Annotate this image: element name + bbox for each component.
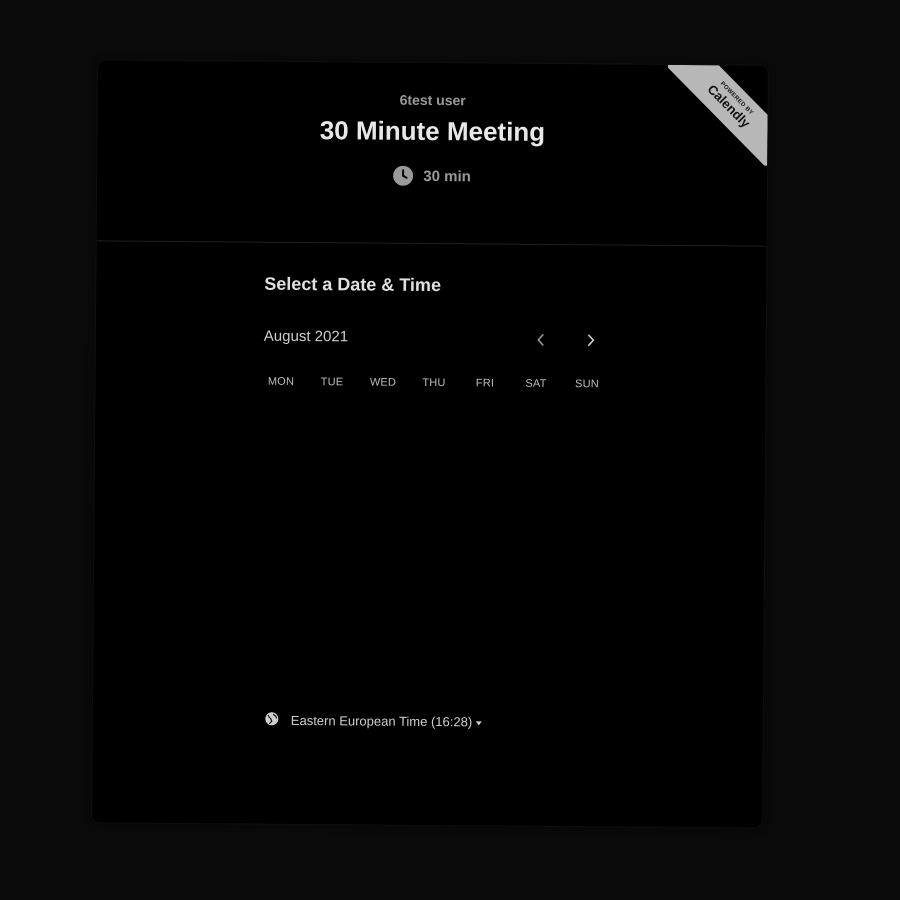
timezone-label: Eastern European Time (16:28) [290,712,473,730]
chevron-left-icon [537,334,544,346]
next-month-button[interactable] [579,328,603,352]
booking-card: 6test user 30 Minute Meeting 30 min POWE… [92,60,768,828]
timezone-selector[interactable]: Eastern European Time (16:28) [265,712,483,731]
month-navigation: August 2021 [264,326,604,353]
weekday-thu: THU [422,376,446,390]
clock-icon [393,165,414,186]
previous-month-button[interactable] [529,328,553,352]
weekday-tue: TUE [320,376,344,389]
weekday-sat: SAT [525,377,547,390]
weekday-wed: WED [369,376,397,389]
caret-down-icon [476,720,483,725]
globe-icon [265,712,279,729]
weekday-sun: SUN [575,378,599,391]
duration-label: 30 min [423,167,471,185]
weekday-fri: FRI [475,377,495,390]
weekday-header: MON TUE WED THU FRI SAT SUN [255,376,615,391]
event-duration: 30 min [97,163,767,188]
powered-by-badge[interactable]: POWERED BY Calendly [667,64,768,166]
month-label: August 2021 [263,327,349,346]
section-title: Select a Date & Time [264,273,442,296]
chevron-right-icon [587,334,595,347]
weekday-mon: MON [267,375,295,388]
